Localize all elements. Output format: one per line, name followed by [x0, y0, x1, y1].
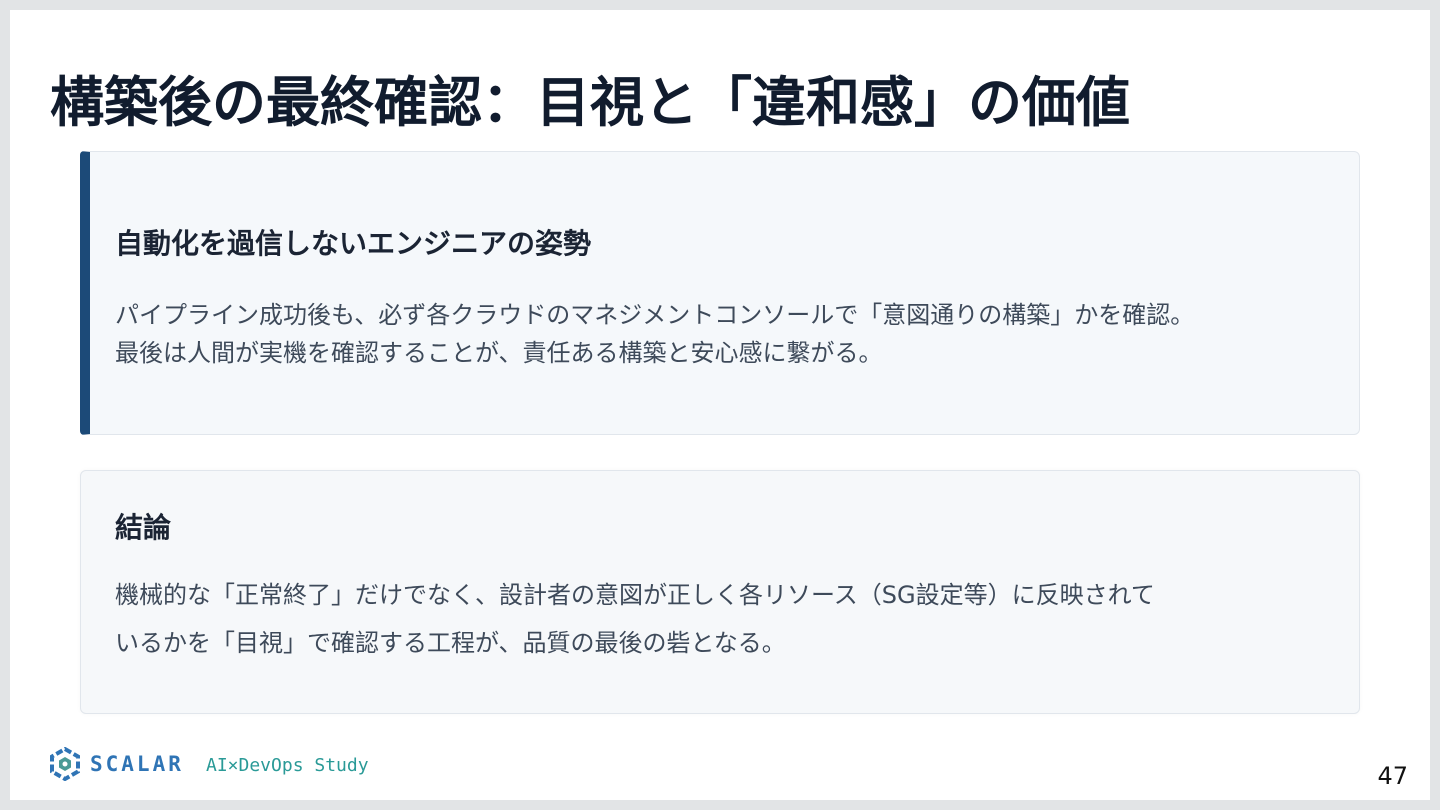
brand-name: SCALAR — [90, 752, 184, 776]
scalar-logo-icon — [50, 747, 80, 781]
card-body-line: いるかを「目視」で確認する工程が、品質の最後の砦となる。 — [115, 629, 786, 657]
card-heading: 自動化を過信しないエンジニアの姿勢 — [115, 227, 592, 260]
card-body-line: パイプライン成功後も、必ず各クラウドのマネジメントコンソールで「意図通りの構築」… — [115, 301, 1195, 329]
page-number: 47 — [1377, 762, 1408, 790]
brand-tagline: AI×DevOps Study — [206, 755, 369, 776]
card-body-line: 最後は人間が実機を確認することが、責任ある構築と安心感に繋がる。 — [115, 339, 883, 367]
card-body-line: 機械的な「正常終了」だけでなく、設計者の意図が正しく各リソース（SG設定等）に反… — [115, 581, 1155, 609]
card-heading: 結論 — [115, 511, 172, 544]
callout-card-conclusion: 結論 機械的な「正常終了」だけでなく、設計者の意図が正しく各リソース（SG設定等… — [80, 470, 1360, 714]
callout-card-engineer-attitude: 自動化を過信しないエンジニアの姿勢 パイプライン成功後も、必ず各クラウドのマネジ… — [80, 151, 1360, 435]
slide: 構築後の最終確認：目視と「違和感」の価値 自動化を過信しないエンジニアの姿勢 パ… — [10, 10, 1430, 800]
slide-title: 構築後の最終確認：目視と「違和感」の価値 — [50, 71, 1130, 134]
